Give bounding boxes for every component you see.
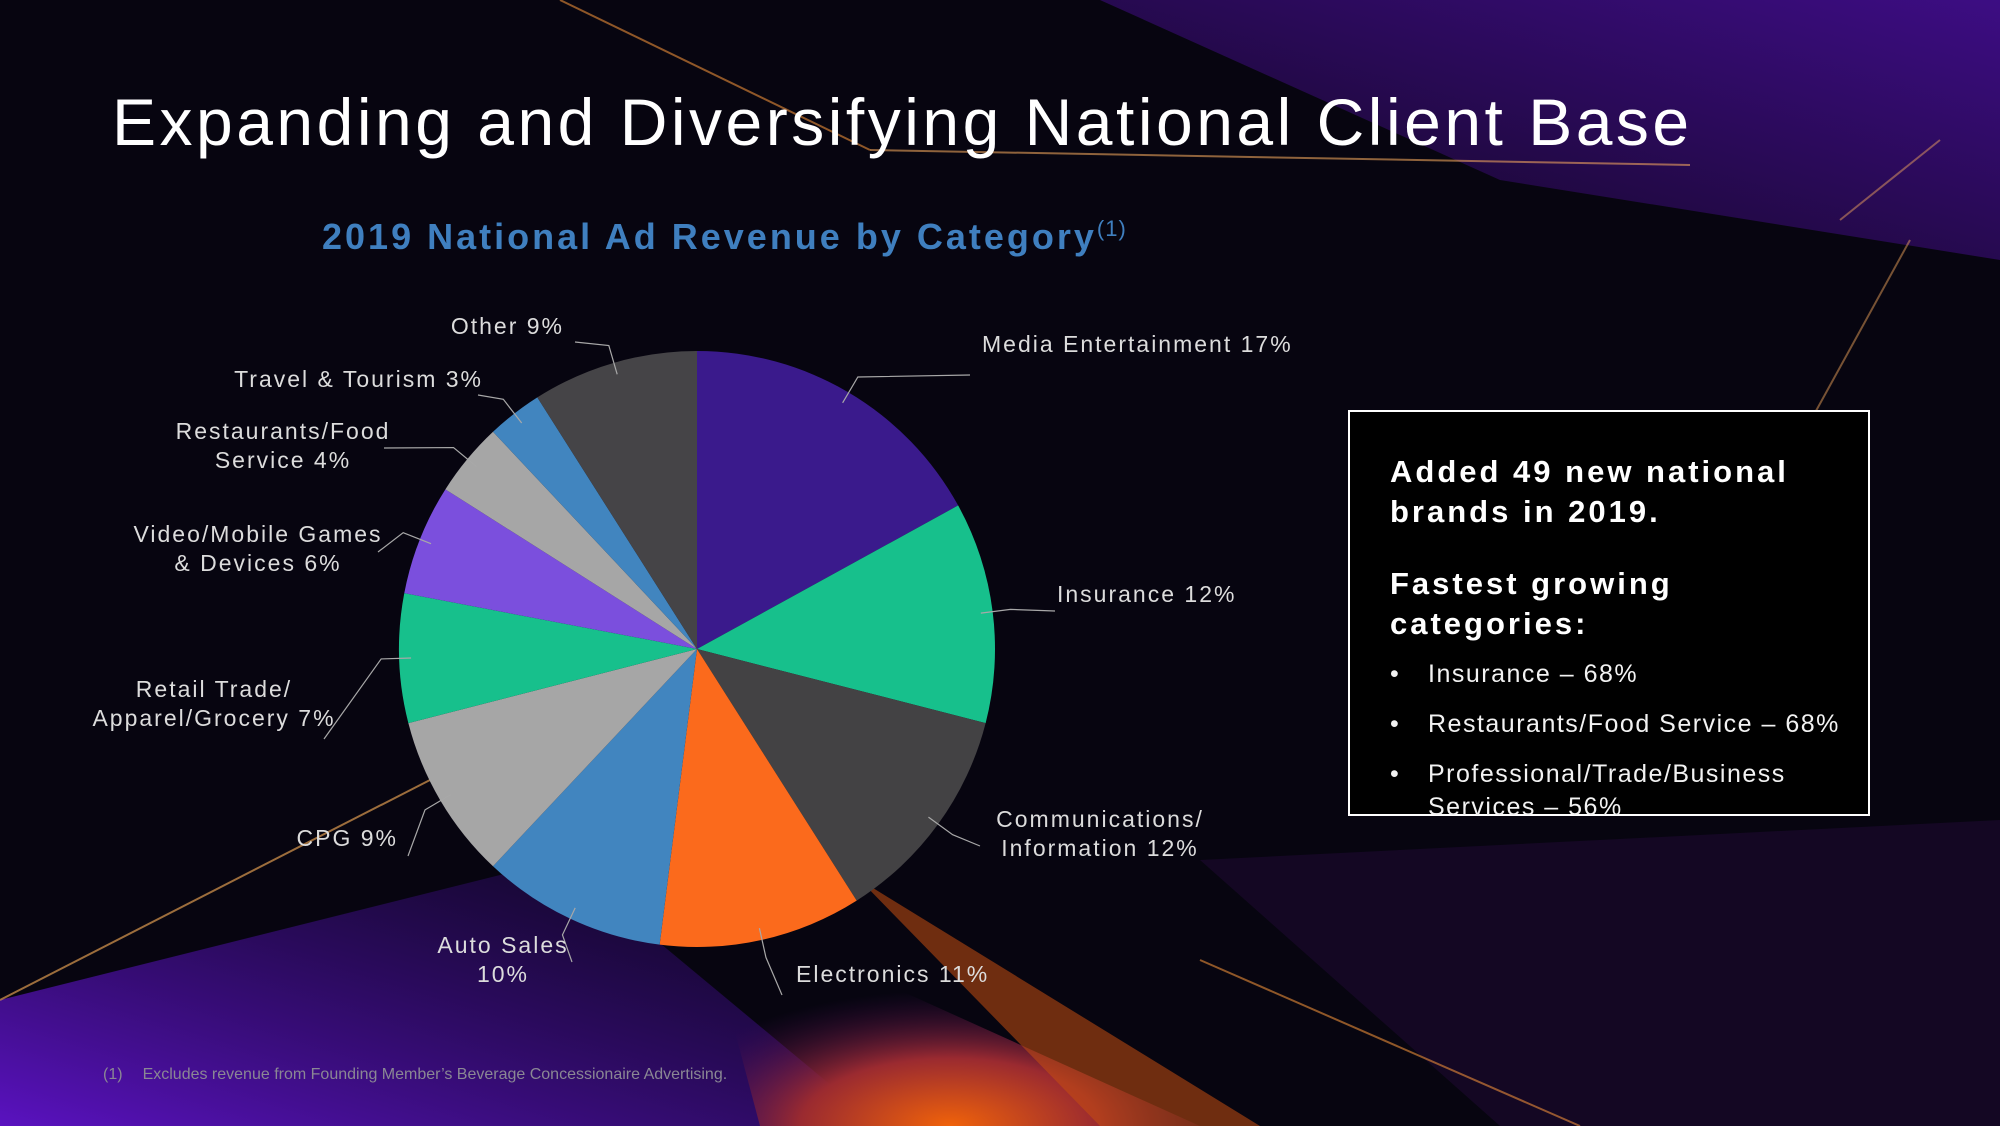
list-item: • Restaurants/Food Service – 68% xyxy=(1390,708,1848,741)
bullet-icon: • xyxy=(1390,660,1401,688)
highlights-box: Added 49 new national brands in 2019. Fa… xyxy=(1348,410,1870,821)
footnote-number: (1) xyxy=(103,1066,123,1083)
list-item-text: Insurance – 68% xyxy=(1428,660,1639,688)
slice-label-9: Travel & Tourism 3% xyxy=(234,366,483,392)
bullet-icon: • xyxy=(1390,760,1401,788)
leader-line-6 xyxy=(323,657,412,740)
footnote: (1) Excludes revenue from Founding Member… xyxy=(103,1066,727,1084)
leader-line-8 xyxy=(383,446,477,468)
callout-subhead: Fastest growing categories: xyxy=(1390,566,1673,641)
list-item-text: Professional/Trade/Business Services – 5… xyxy=(1428,760,1786,821)
slice-label-5: CPG 9% xyxy=(297,825,398,851)
leader-line-0 xyxy=(842,374,971,404)
callout-headline: Added 49 new national brands in 2019. xyxy=(1390,454,1789,529)
slice-label-7: Video/Mobile Games & Devices 6% xyxy=(133,521,382,576)
bullet-icon: • xyxy=(1390,710,1401,738)
list-item: • Professional/Trade/Business Services – … xyxy=(1390,758,1848,824)
slice-label-1: Insurance 12% xyxy=(1057,581,1236,607)
list-item-text: Restaurants/Food Service – 68% xyxy=(1428,710,1840,738)
slice-label-4: Auto Sales 10% xyxy=(437,932,568,987)
growth-category-list: • Insurance – 68% • Restaurants/Food Servi… xyxy=(1390,658,1868,824)
slice-label-0: Media Entertainment 17% xyxy=(982,331,1293,357)
slice-label-2: Communications/Information 12% xyxy=(996,806,1204,861)
list-item: • Insurance – 68% xyxy=(1390,658,1848,691)
slice-label-10: Other 9% xyxy=(451,313,564,339)
footnote-text: Excludes revenue from Founding Member’s … xyxy=(142,1066,728,1083)
slice-label-8: Restaurants/Food Service 4% xyxy=(176,418,391,473)
slice-label-3: Electronics 11% xyxy=(796,961,989,987)
slice-label-6: Retail Trade/Apparel/Grocery 7% xyxy=(92,676,335,731)
